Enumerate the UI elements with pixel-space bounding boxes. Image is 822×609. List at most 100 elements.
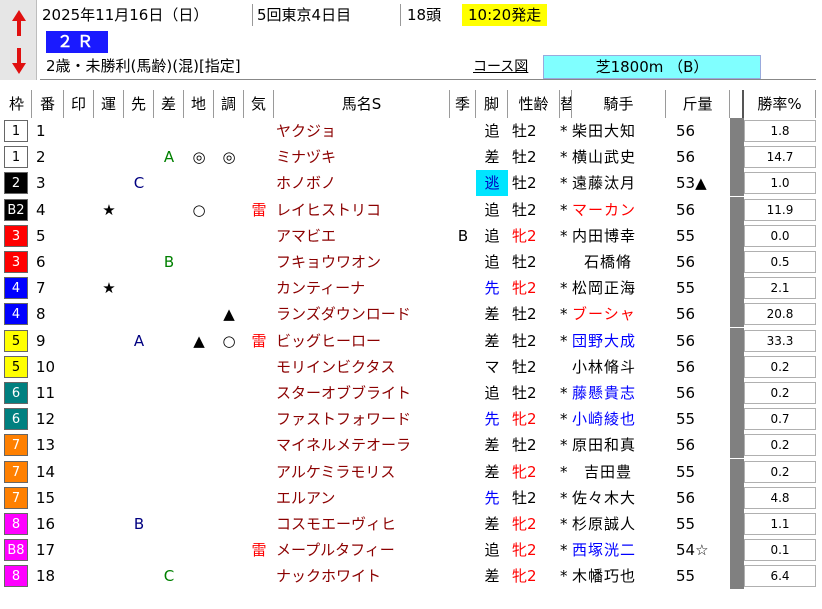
jockey-name[interactable]: 藤懸貴志 bbox=[572, 380, 666, 406]
table-row[interactable]: 5 9 A ▲ ○ 雷ビッグヒーロー 差牡2 * 団野大成 56 33.3 bbox=[2, 327, 820, 354]
jockey-name[interactable]: 木幡巧也 bbox=[572, 563, 666, 589]
jockey-name[interactable]: 杉原誠人 bbox=[572, 511, 666, 537]
table-row[interactable]: 6 11 スターオブブライト 追牡2 * 藤懸貴志 56 0.2 bbox=[2, 380, 820, 406]
waku-number: 5 bbox=[4, 329, 28, 352]
header-chi-col[interactable]: 地 bbox=[184, 90, 214, 118]
horse-name[interactable]: スターオブブライト bbox=[274, 380, 452, 406]
jockey-name[interactable]: マーカン bbox=[572, 197, 666, 223]
jockey-change-mark: * bbox=[560, 488, 568, 507]
mark-saki bbox=[124, 197, 154, 223]
horse-number: 13 bbox=[36, 436, 56, 455]
season-mark bbox=[450, 459, 476, 485]
horse-name[interactable]: フキョウワオン bbox=[274, 249, 452, 275]
table-row[interactable]: B2 4 ★ ○ 雷レイヒストリコ 追牡2 * マーカン 56 11.9 bbox=[2, 196, 820, 223]
table-row[interactable]: 5 10 モリインビクタス マ牡2 小林脩斗 56 0.2 bbox=[2, 353, 820, 380]
horse-name[interactable]: ナックホワイト bbox=[274, 563, 452, 589]
jockey-name[interactable]: 吉田豊 bbox=[572, 459, 678, 485]
horse-name[interactable]: レイヒストリコ bbox=[274, 197, 452, 223]
horse-name[interactable]: ファストフォワード bbox=[274, 406, 452, 432]
jockey-name[interactable]: ブーシャ bbox=[572, 301, 666, 327]
header-kin-col[interactable]: 斤量 bbox=[666, 90, 730, 118]
jockey-name[interactable]: 松岡正海 bbox=[572, 275, 666, 301]
mark-in bbox=[64, 406, 94, 432]
horse-name[interactable]: ヤクジョ bbox=[274, 118, 452, 144]
course-map-link[interactable]: コース図 bbox=[473, 58, 528, 76]
horse-name[interactable]: ホノボノ bbox=[274, 170, 452, 196]
mark-ki bbox=[244, 485, 274, 511]
horse-name[interactable]: ミナヅキ bbox=[274, 144, 452, 170]
gray-bar bbox=[730, 537, 744, 564]
mark-chi bbox=[184, 432, 214, 458]
header-mark-col[interactable]: 印 bbox=[64, 90, 94, 118]
header-un-col[interactable]: 運 bbox=[94, 90, 124, 118]
arrow-up-icon[interactable] bbox=[12, 10, 26, 36]
header-saki-col[interactable]: 先 bbox=[124, 90, 154, 118]
mark-un bbox=[94, 459, 124, 485]
waku-number: 2 bbox=[4, 172, 28, 195]
running-style: 差 bbox=[484, 462, 500, 481]
header-kae-col[interactable]: 替 bbox=[560, 90, 572, 118]
sex-age: 牡2 bbox=[512, 148, 537, 167]
horse-name[interactable]: マイネルメテオーラ bbox=[274, 432, 452, 458]
horse-name[interactable]: アマビエ bbox=[274, 223, 452, 249]
header-sa-col[interactable]: 差 bbox=[154, 90, 184, 118]
mark-cho bbox=[214, 485, 244, 511]
table-row[interactable]: 8 16 B コスモエーヴィヒ 差牝2 * 杉原誠人 55 1.1 bbox=[2, 511, 820, 537]
horse-name[interactable]: ビッグヒーロー bbox=[274, 328, 452, 354]
table-row[interactable]: 6 12 ファストフォワード 先牝2 * 小崎綾也 55 0.7 bbox=[2, 406, 820, 433]
table-row[interactable]: B8 17 雷メープルタフィー 追牝2 * 西塚洸二 54☆ 0.1 bbox=[2, 537, 820, 564]
header-rate-col[interactable]: 勝率% bbox=[744, 90, 816, 118]
jockey-name[interactable]: 原田和真 bbox=[572, 432, 666, 458]
jockey-name[interactable]: 内田博幸 bbox=[572, 223, 666, 249]
mark-un bbox=[94, 537, 124, 563]
header-ki-col[interactable]: 気 bbox=[244, 90, 274, 118]
horse-name[interactable]: コスモエーヴィヒ bbox=[274, 511, 452, 537]
mark-cho bbox=[214, 459, 244, 485]
table-row[interactable]: 1 1 ヤクジョ 追牡2 * 柴田大知 56 1.8 bbox=[2, 118, 820, 144]
header-sexage-col[interactable]: 性齢 bbox=[508, 90, 560, 118]
header-kisetsu-col[interactable]: 季 bbox=[450, 90, 476, 118]
table-row[interactable]: 7 15 エルアン 先牡2 * 佐々木大 56 4.8 bbox=[2, 484, 820, 511]
table-row[interactable]: 1 2 A ◎ ◎ ミナヅキ 差牡2 * 横山武史 56 14.7 bbox=[2, 144, 820, 171]
waku-number: 4 bbox=[4, 303, 28, 326]
header-cho-col[interactable]: 調 bbox=[214, 90, 244, 118]
jockey-change-mark: * bbox=[560, 200, 568, 219]
jockey-change-mark: * bbox=[560, 384, 568, 402]
horse-name[interactable]: ランズダウンロード bbox=[274, 301, 452, 327]
jockey-name[interactable]: 小林脩斗 bbox=[572, 354, 666, 380]
table-row[interactable]: 3 5 アマビエ B 追牝2 * 内田博幸 55 0.0 bbox=[2, 222, 820, 249]
arrow-down-icon[interactable] bbox=[12, 48, 26, 74]
mark-saki bbox=[124, 301, 154, 327]
jockey-name[interactable]: 佐々木大 bbox=[572, 485, 666, 511]
weight: 56 bbox=[676, 488, 696, 507]
jockey-name[interactable]: 横山武史 bbox=[572, 144, 666, 170]
mark-in bbox=[64, 563, 94, 589]
horse-name[interactable]: カンティーナ bbox=[274, 275, 452, 301]
season-mark bbox=[450, 144, 476, 170]
header-gray-col[interactable] bbox=[730, 90, 744, 118]
horse-name[interactable]: メープルタフィー bbox=[274, 537, 452, 563]
mark-sa bbox=[154, 354, 184, 380]
table-row[interactable]: 7 13 マイネルメテオーラ 差牡2 * 原田和真 56 0.2 bbox=[2, 432, 820, 459]
header-waku-col[interactable]: 枠 bbox=[2, 90, 32, 118]
table-row[interactable]: 3 6 B フキョウワオン 追牡2 石橋脩 56 0.5 bbox=[2, 249, 820, 275]
horse-name[interactable]: モリインビクタス bbox=[274, 354, 452, 380]
table-row[interactable]: 4 8 ▲ ランズダウンロード 差牡2 * ブーシャ 56 20.8 bbox=[2, 301, 820, 328]
header-num-col[interactable]: 番 bbox=[32, 90, 64, 118]
table-row[interactable]: 2 3 C ホノボノ逃牡2 * 遠藤汰月 53▲ 1.0 bbox=[2, 170, 820, 197]
waku-number: 5 bbox=[4, 355, 28, 378]
horse-name[interactable]: エルアン bbox=[274, 485, 452, 511]
table-row[interactable]: 8 18 C ナックホワイト 差牝2 * 木幡巧也 55 6.4 bbox=[2, 563, 820, 590]
jockey-name[interactable]: 小崎綾也 bbox=[572, 406, 666, 432]
header-jockey-col[interactable]: 騎手 bbox=[572, 90, 666, 118]
jockey-name[interactable]: 団野大成 bbox=[572, 328, 666, 354]
horse-name[interactable]: アルケミラモリス bbox=[274, 459, 452, 485]
jockey-name[interactable]: 柴田大知 bbox=[572, 118, 666, 144]
jockey-name[interactable]: 遠藤汰月 bbox=[572, 170, 666, 196]
header-name-col[interactable]: 馬名S bbox=[274, 90, 450, 118]
table-row[interactable]: 4 7 ★ カンティーナ 先牝2 * 松岡正海 55 2.1 bbox=[2, 275, 820, 302]
table-row[interactable]: 7 14 アルケミラモリス 差牝2 * 吉田豊 55 0.2 bbox=[2, 458, 820, 485]
jockey-name[interactable]: 石橋脩 bbox=[572, 249, 678, 275]
jockey-name[interactable]: 西塚洸二 bbox=[572, 537, 666, 563]
header-kyaku-col[interactable]: 脚 bbox=[476, 90, 508, 118]
